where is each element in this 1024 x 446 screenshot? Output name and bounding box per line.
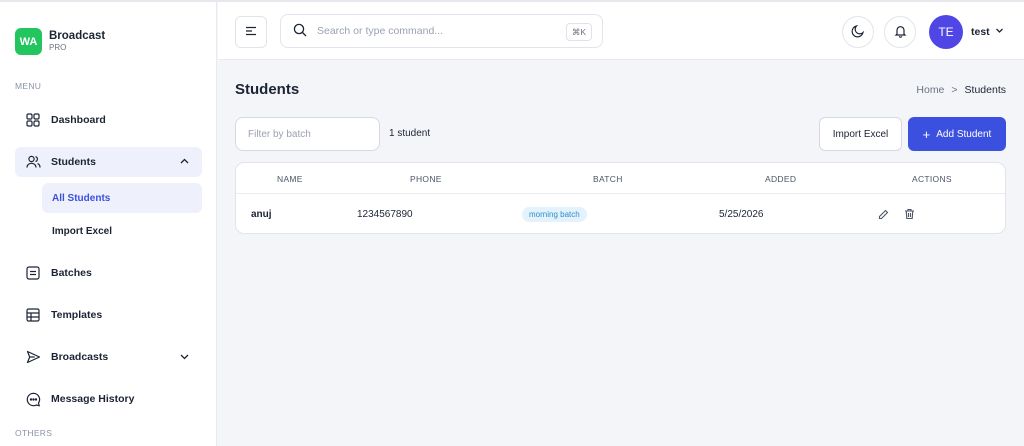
cell-phone: 1234567890 xyxy=(357,209,413,220)
cell-name: anuj xyxy=(251,209,272,220)
table-row: anuj 1234567890 morning batch 5/25/2026 xyxy=(236,195,1005,233)
sidebar-item-label: Batches xyxy=(51,267,92,279)
batch-filter-input[interactable] xyxy=(235,117,380,151)
search-input[interactable] xyxy=(317,25,537,37)
brand-name: Broadcast xyxy=(49,29,106,42)
sidebar-item-label: Students xyxy=(51,156,96,168)
table-header: NAME PHONE BATCH ADDED ACTIONS xyxy=(236,163,1005,194)
sidebar-toggle-button[interactable] xyxy=(235,16,267,48)
brand[interactable]: WA Broadcast PRO xyxy=(15,28,105,55)
users-icon xyxy=(25,154,41,170)
column-header-batch: BATCH xyxy=(593,174,623,184)
avatar[interactable]: TE xyxy=(929,15,963,49)
menu-icon xyxy=(245,26,257,39)
chat-icon xyxy=(25,391,41,407)
batch-badge: morning batch xyxy=(522,207,587,222)
sidebar-item-batches[interactable]: Batches xyxy=(15,258,202,288)
plus-icon: + xyxy=(922,126,931,142)
add-student-button[interactable]: + Add Student xyxy=(908,117,1006,151)
sidebar-subitem-import-excel[interactable]: Import Excel xyxy=(42,216,202,246)
sidebar-item-broadcasts[interactable]: Broadcasts xyxy=(15,342,202,372)
student-count: 1 student xyxy=(389,128,431,139)
sidebar-item-label: Templates xyxy=(51,309,103,321)
top-header: ⌘K TE test xyxy=(218,2,1024,60)
breadcrumb-current: Students xyxy=(964,84,1006,96)
students-table: NAME PHONE BATCH ADDED ACTIONS anuj 1234… xyxy=(235,162,1006,234)
breadcrumb-separator: > xyxy=(951,84,958,96)
brand-logo: WA xyxy=(15,28,42,55)
user-menu[interactable]: test xyxy=(971,26,1004,38)
sidebar-item-label: Message History xyxy=(51,393,135,405)
column-header-actions: ACTIONS xyxy=(912,174,952,184)
cell-added: 5/25/2026 xyxy=(719,209,764,220)
sidebar-item-label: Broadcasts xyxy=(51,351,109,363)
shortcut-badge: ⌘K xyxy=(565,23,592,41)
send-icon xyxy=(25,349,41,365)
sidebar: WA Broadcast PRO MENU Dashboard Students… xyxy=(0,2,217,446)
search-box: ⌘K xyxy=(280,14,603,48)
import-excel-button[interactable]: Import Excel xyxy=(819,117,902,151)
breadcrumb-home[interactable]: Home xyxy=(916,84,944,96)
moon-icon xyxy=(851,24,865,41)
sidebar-item-message-history[interactable]: Message History xyxy=(15,384,202,414)
list-icon xyxy=(25,265,41,281)
others-section-label: OTHERS xyxy=(15,428,53,438)
user-name: test xyxy=(971,26,990,38)
grid-icon xyxy=(25,112,41,128)
chevron-up-icon xyxy=(179,156,190,170)
brand-sub: PRO xyxy=(49,42,67,52)
search-icon xyxy=(293,23,307,40)
edit-icon[interactable] xyxy=(876,207,890,221)
notifications-button[interactable] xyxy=(884,16,916,48)
column-header-phone: PHONE xyxy=(410,174,442,184)
page-title: Students xyxy=(235,81,300,98)
breadcrumb: Home > Students xyxy=(916,84,1006,96)
sidebar-item-templates[interactable]: Templates xyxy=(15,300,202,330)
table-icon xyxy=(25,307,41,323)
column-header-added: ADDED xyxy=(765,174,797,184)
dark-mode-toggle-button[interactable] xyxy=(842,16,874,48)
sidebar-item-label: Dashboard xyxy=(51,114,106,126)
bell-icon xyxy=(894,24,907,41)
add-student-label: Add Student xyxy=(936,128,992,140)
column-header-name: NAME xyxy=(277,174,303,184)
chevron-down-icon xyxy=(995,26,1004,38)
sidebar-subitem-all-students[interactable]: All Students xyxy=(42,183,202,213)
chevron-down-icon xyxy=(179,351,190,365)
menu-section-label: MENU xyxy=(15,81,42,91)
sidebar-item-students[interactable]: Students xyxy=(15,147,202,177)
trash-icon[interactable] xyxy=(902,207,916,221)
sidebar-item-dashboard[interactable]: Dashboard xyxy=(15,105,202,135)
